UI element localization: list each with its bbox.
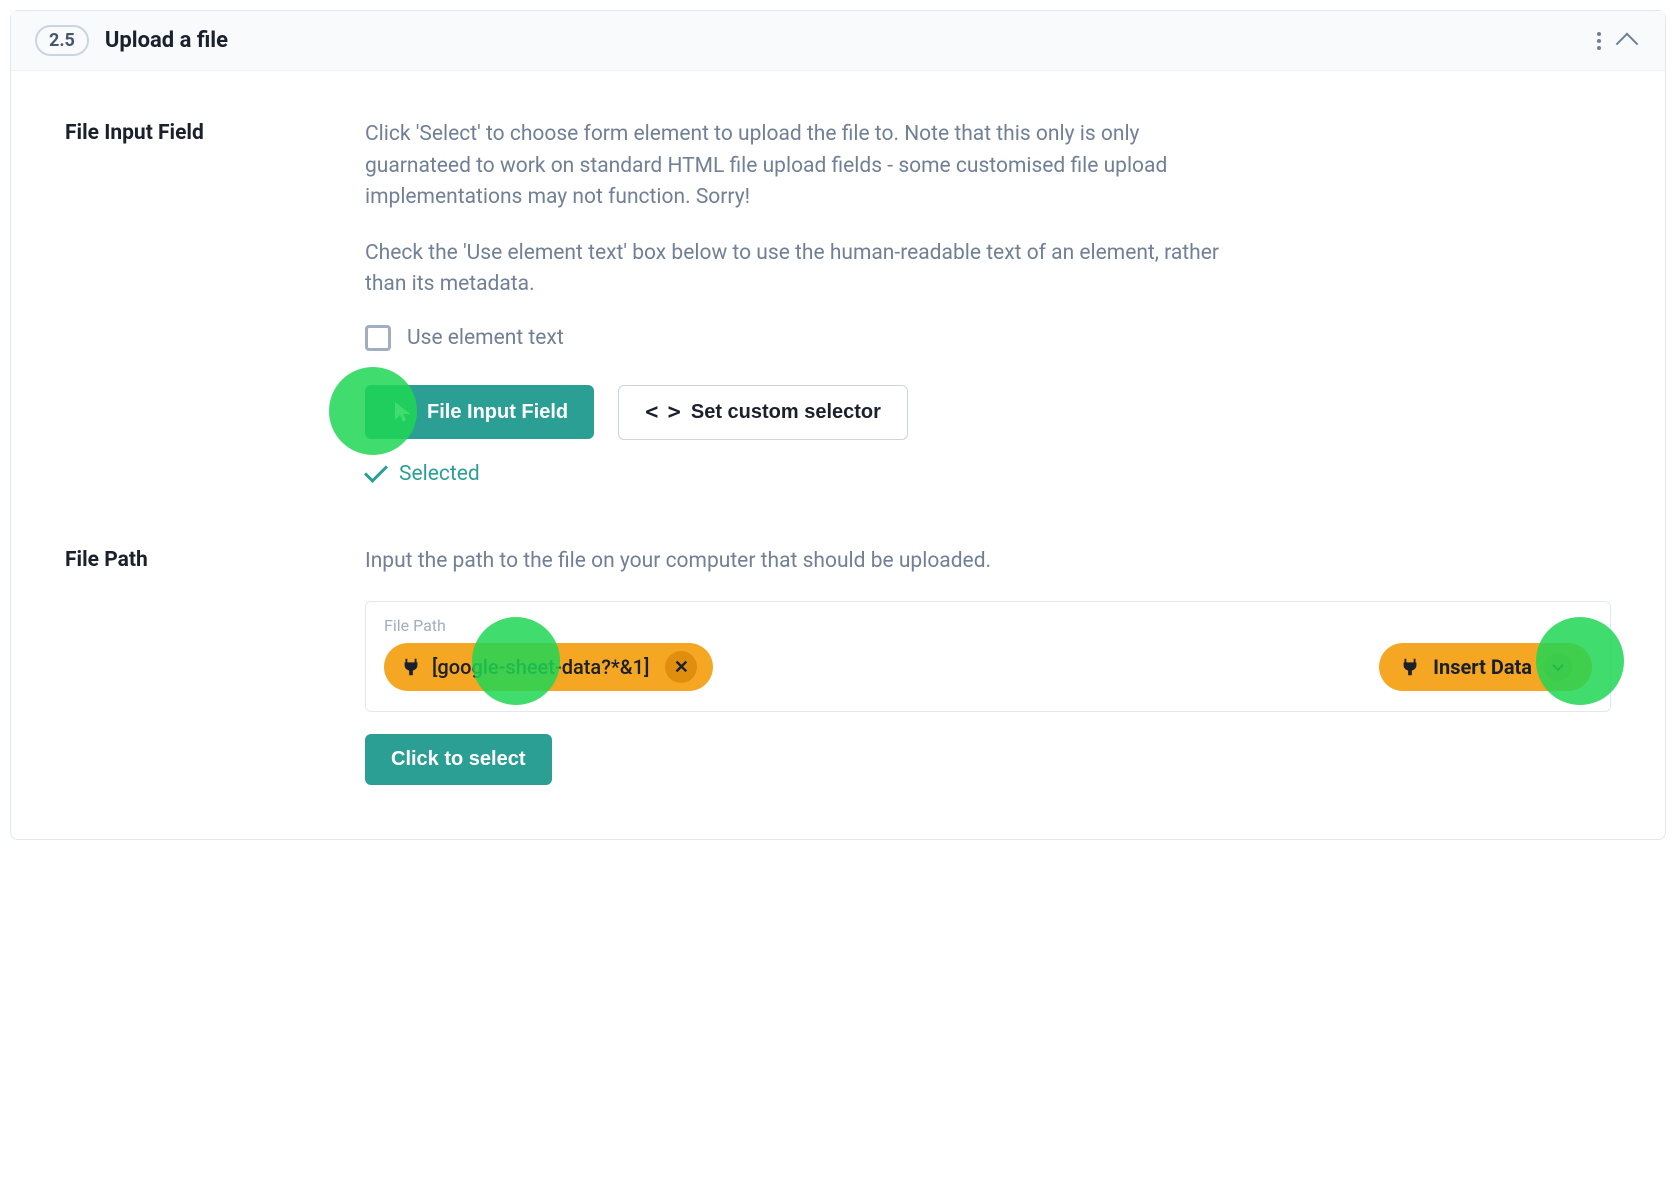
- button-row: File Input Field < > Set custom selector: [365, 385, 1611, 440]
- button-label: Set custom selector: [691, 401, 881, 424]
- plug-icon: [400, 656, 422, 678]
- chevron-down-icon: [1552, 660, 1563, 671]
- file-path-section: File Path Input the path to the file on …: [65, 546, 1611, 786]
- description-text-1: Click 'Select' to choose form element to…: [365, 119, 1245, 214]
- data-token-pill[interactable]: [google-sheet-data?*&1] ✕: [384, 643, 713, 691]
- card-body: File Input Field Click 'Select' to choos…: [11, 71, 1665, 839]
- cursor-icon: [391, 399, 415, 425]
- section-label: File Input Field: [65, 119, 365, 486]
- select-file-input-field-button[interactable]: File Input Field: [365, 385, 594, 439]
- input-label: File Path: [384, 616, 1592, 635]
- card-header: 2.5 Upload a file: [11, 11, 1665, 71]
- code-icon: < >: [645, 400, 679, 425]
- dropdown-chevron: [1544, 653, 1572, 681]
- card-title: Upload a file: [105, 28, 228, 53]
- vertical-dots-icon: [1597, 32, 1601, 50]
- collapse-button[interactable]: [1613, 27, 1641, 55]
- button-label: File Input Field: [427, 401, 568, 424]
- step-card: 2.5 Upload a file File Input Field Click…: [10, 10, 1666, 840]
- use-element-text-row: Use element text: [365, 325, 1611, 351]
- step-number-badge: 2.5: [35, 25, 89, 56]
- set-custom-selector-button[interactable]: < > Set custom selector: [618, 385, 908, 440]
- file-path-input-box[interactable]: File Path [google-sheet-data?*&1] ✕: [365, 601, 1611, 712]
- section-label: File Path: [65, 546, 365, 786]
- check-icon: [364, 458, 388, 482]
- chevron-up-icon: [1616, 32, 1639, 55]
- input-content: [google-sheet-data?*&1] ✕ Insert Data: [384, 643, 1592, 691]
- token-text: [google-sheet-data?*&1]: [432, 655, 649, 679]
- selected-indicator: Selected: [365, 462, 1611, 486]
- remove-token-button[interactable]: ✕: [665, 651, 697, 683]
- plug-icon: [1399, 656, 1421, 678]
- button-label: Click to select: [391, 748, 526, 771]
- section-content: Click 'Select' to choose form element to…: [365, 119, 1611, 486]
- insert-data-label: Insert Data: [1433, 655, 1532, 679]
- click-to-select-button[interactable]: Click to select: [365, 734, 552, 785]
- section-content: Input the path to the file on your compu…: [365, 546, 1611, 786]
- selected-label: Selected: [399, 462, 480, 486]
- more-menu-icon[interactable]: [1591, 26, 1607, 56]
- insert-data-button[interactable]: Insert Data: [1379, 643, 1592, 691]
- file-input-field-section: File Input Field Click 'Select' to choos…: [65, 119, 1611, 486]
- use-element-text-checkbox[interactable]: [365, 325, 391, 351]
- checkbox-label: Use element text: [407, 326, 564, 350]
- description-text-2: Check the 'Use element text' box below t…: [365, 238, 1245, 301]
- description-text: Input the path to the file on your compu…: [365, 546, 1245, 578]
